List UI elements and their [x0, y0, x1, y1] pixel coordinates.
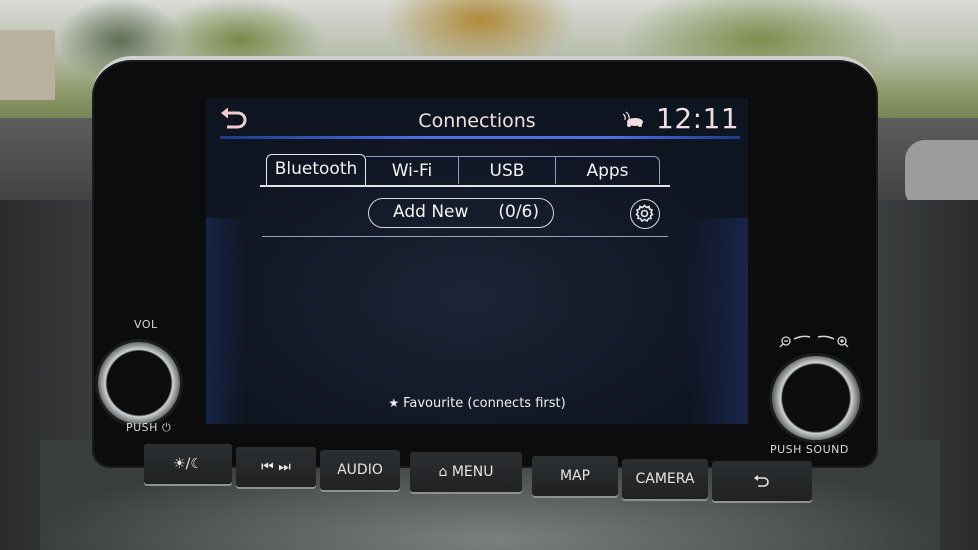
- hardware-back-button[interactable]: [712, 461, 812, 501]
- back-arrow-icon: [754, 475, 769, 487]
- favourite-note-text: Favourite (connects first): [403, 396, 566, 411]
- push-power-label: PUSH ⏻: [126, 421, 171, 435]
- track-skip-button[interactable]: ⏮ ⏭: [236, 447, 316, 487]
- star-icon: ★: [388, 396, 400, 410]
- zoom-indicator: [779, 335, 849, 348]
- tab-apps[interactable]: Apps: [556, 156, 660, 184]
- connection-tabs: Bluetooth Wi-Fi USB Apps: [266, 154, 670, 186]
- screen-header: Connections 12:11: [206, 98, 748, 139]
- prev-next-icon: ⏮ ⏭: [261, 459, 291, 475]
- map-button[interactable]: MAP: [532, 456, 618, 496]
- infotainment-screen: Connections 12:11 Bluetooth Wi-Fi USB Ap…: [206, 98, 748, 424]
- header-divider: [220, 136, 740, 139]
- day-night-button[interactable]: ☀/☾: [144, 444, 232, 484]
- favourite-note: ★ Favourite (connects first): [206, 396, 748, 411]
- gear-icon: [635, 204, 654, 223]
- audio-button[interactable]: AUDIO: [320, 450, 400, 490]
- home-icon: ⌂: [438, 464, 448, 480]
- tab-usb[interactable]: USB: [459, 156, 556, 184]
- vol-label: VOL: [134, 318, 158, 331]
- tabs-divider: [260, 185, 670, 187]
- tab-bluetooth[interactable]: Bluetooth: [266, 154, 366, 186]
- menu-label: MENU: [451, 464, 494, 480]
- clock: 12:11: [656, 102, 740, 135]
- list-divider: [262, 236, 668, 237]
- push-label: PUSH: [126, 421, 158, 434]
- day-night-icon: ☀/☾: [173, 456, 203, 472]
- tab-wifi[interactable]: Wi-Fi: [366, 156, 459, 184]
- hardware-button-row: ☀/☾ ⏮ ⏭ AUDIO ⌂ MENU MAP CAMERA: [140, 442, 820, 501]
- add-new-label: Add New: [393, 202, 469, 222]
- power-icon: ⏻: [161, 421, 172, 434]
- sound-knob[interactable]: [772, 356, 860, 440]
- zoom-out-icon: [779, 336, 791, 348]
- volume-knob[interactable]: [98, 342, 180, 424]
- bluetooth-settings-button[interactable]: [630, 199, 660, 229]
- menu-button[interactable]: ⌂ MENU: [410, 452, 522, 492]
- device-count: (0/6): [498, 202, 539, 222]
- add-new-device-button[interactable]: Add New (0/6): [368, 198, 554, 228]
- house: [0, 30, 55, 100]
- car-connected-icon: [622, 111, 643, 127]
- camera-button[interactable]: CAMERA: [622, 459, 708, 499]
- zoom-in-icon: [837, 336, 849, 348]
